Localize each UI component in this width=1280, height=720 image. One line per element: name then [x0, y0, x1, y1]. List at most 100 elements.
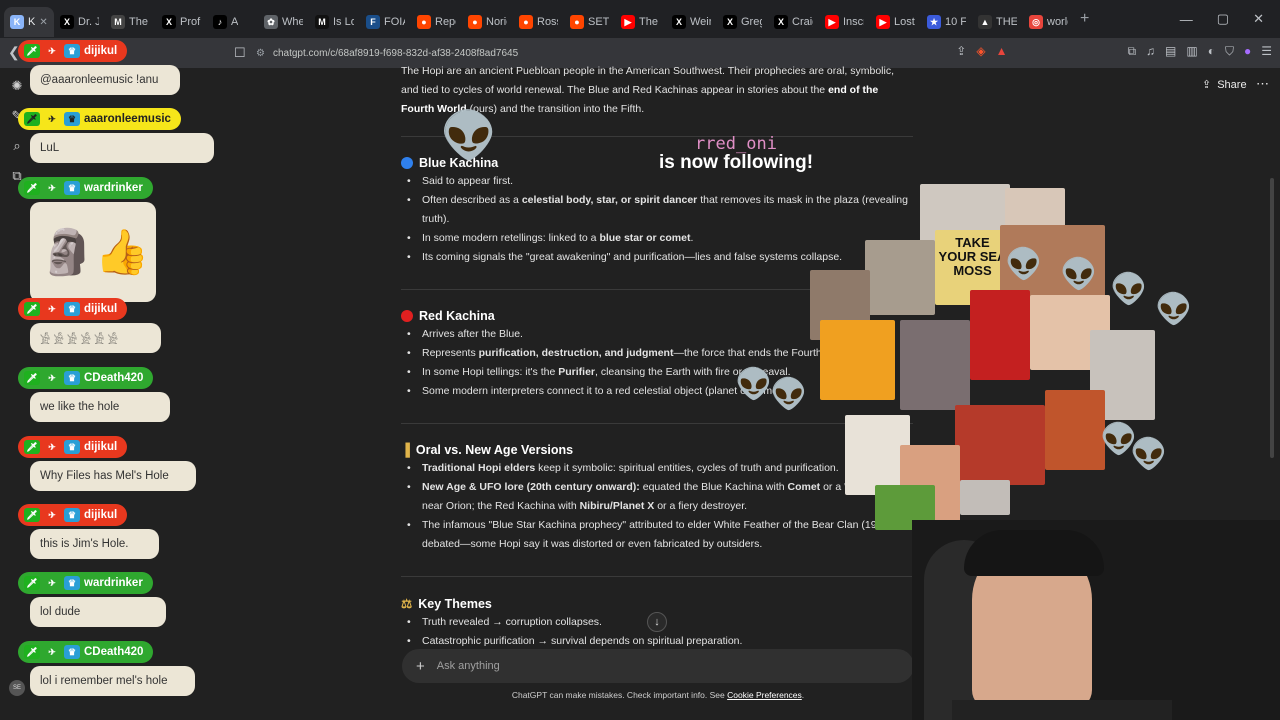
- chat-username-bar: 🗡 ✈ ♛ CDeath420: [18, 367, 154, 389]
- browser-tab[interactable]: M Is Loc: [309, 7, 360, 37]
- media-icon[interactable]: ♫: [1146, 44, 1155, 59]
- chat-badge-icon: 🗡: [24, 112, 40, 126]
- reading-list-icon[interactable]: ▤: [1165, 44, 1176, 59]
- close-tab-icon[interactable]: ✕: [39, 17, 47, 28]
- meme-tile: [970, 290, 1030, 380]
- composer[interactable]: + Ask anything: [402, 649, 914, 683]
- browser-tab[interactable]: ● Ross: [513, 7, 564, 37]
- tab-favicon-icon: X: [723, 15, 737, 29]
- follow-alert-text: is now following!: [658, 152, 814, 173]
- browser-tab[interactable]: K K ✕: [4, 7, 54, 37]
- share-button[interactable]: ⇪ Share: [1202, 78, 1247, 92]
- browser-tab[interactable]: ▲ THE S: [972, 7, 1023, 37]
- chat-badge-icon: 🗡: [24, 440, 40, 454]
- browser-tab[interactable]: ● SETI p: [564, 7, 615, 37]
- vpn-icon[interactable]: ⛉: [1225, 44, 1234, 59]
- browser-tab[interactable]: X Grego: [717, 7, 768, 37]
- browser-tab[interactable]: ● Repo: [411, 7, 462, 37]
- scroll-down-arrow-icon[interactable]: ↓: [647, 612, 667, 632]
- tab-favicon-icon: ●: [468, 15, 482, 29]
- maximize-icon[interactable]: ▢: [1217, 11, 1229, 27]
- search-icon[interactable]: ⌕: [13, 138, 20, 154]
- chat-badge-icon: 🗡: [24, 576, 40, 590]
- chat-username: dijikul: [84, 441, 118, 453]
- chat-username-bar: 🗡 ✈ ♛ aaaronleemusic: [18, 108, 181, 130]
- wallet-icon[interactable]: ◐: [1208, 44, 1215, 59]
- chat-badge-icon: ♛: [64, 181, 80, 195]
- chat-badge-icon: ✈: [48, 182, 56, 193]
- browser-tab[interactable]: ▶ Inscri: [819, 7, 870, 37]
- site-info-icon[interactable]: ⚙: [256, 48, 265, 59]
- minimize-icon[interactable]: —: [1180, 12, 1193, 27]
- new-tab-button[interactable]: +: [1080, 10, 1089, 28]
- meme-tile: [955, 405, 1045, 485]
- chat-badge-icon: 🗡: [24, 181, 40, 195]
- browser-tab[interactable]: X Prof. I: [156, 7, 207, 37]
- chat-badge-icon: ✈: [48, 646, 56, 657]
- menu-icon[interactable]: ☰: [1261, 44, 1272, 59]
- rewards-icon[interactable]: ▲: [996, 44, 1008, 59]
- extensions-icon[interactable]: ⧉: [1127, 44, 1136, 59]
- divider: [401, 576, 913, 577]
- browser-tab[interactable]: ◎ world: [1023, 7, 1074, 37]
- plus-icon[interactable]: +: [416, 658, 425, 675]
- browser-tab[interactable]: ★ 10 Fa: [921, 7, 972, 37]
- dancing-alien-icon: 👽: [440, 109, 498, 161]
- chat-message-text: we like the hole: [40, 401, 120, 413]
- streamer-cap: [964, 530, 1104, 576]
- tab-favicon-icon: ▶: [876, 15, 890, 29]
- chat-badge-icon: ♛: [64, 645, 80, 659]
- scrollbar[interactable]: [1270, 178, 1274, 458]
- left-rail: ✺ ✎ ⌕ ⧉: [0, 68, 34, 720]
- tab-label: SETI p: [588, 16, 609, 28]
- meme-tile: [1045, 390, 1105, 470]
- url-field[interactable]: ⚙ chatgpt.com/c/68af8919-f698-832d-af38-…: [256, 42, 976, 64]
- meme-tile: [960, 480, 1010, 515]
- chat-badge-icon: ♛: [64, 440, 80, 454]
- cookie-preferences-link[interactable]: Cookie Preferences: [727, 690, 802, 700]
- browser-tab[interactable]: X Weird: [666, 7, 717, 37]
- chat-username: CDeath420: [84, 646, 144, 658]
- chat-message: LuL: [30, 133, 214, 163]
- tab-label: world: [1047, 16, 1068, 28]
- brave-shield-icon[interactable]: ◈: [976, 44, 985, 59]
- chat-badge-icon: ✈: [48, 441, 56, 452]
- ai-icon[interactable]: ●: [1244, 44, 1251, 59]
- this-is-fine-dog-meme: [820, 320, 895, 400]
- tab-favicon-icon: ▶: [621, 15, 635, 29]
- browser-tab[interactable]: ▶ The U: [615, 7, 666, 37]
- browser-tab[interactable]: ▶ Lost: [870, 7, 921, 37]
- bookmark-icon[interactable]: ☐: [234, 45, 246, 61]
- chat-message: lol i remember mel's hole: [30, 666, 195, 696]
- share-page-icon[interactable]: ⇪: [956, 44, 966, 59]
- tab-label: Craig: [792, 16, 813, 28]
- browser-tab[interactable]: M The ": [105, 7, 156, 37]
- tab-label: Prof. I: [180, 16, 201, 28]
- close-window-icon[interactable]: ✕: [1253, 11, 1264, 27]
- tab-favicon-icon: ●: [519, 15, 533, 29]
- tab-label: Lost: [894, 16, 915, 28]
- browser-tab[interactable]: X Craig: [768, 7, 819, 37]
- extension-icons: ⇪ ◈ ▲ ⧉ ♫ ▤ ▥ ◐ ⛉ ● ☰: [956, 44, 1272, 59]
- more-options-icon[interactable]: ⋯: [1256, 76, 1269, 92]
- chat-username-bar: 🗡 ✈ ♛ dijikul: [18, 298, 128, 320]
- browser-tab[interactable]: ● Noric: [462, 7, 513, 37]
- browser-tab[interactable]: ♪ A: [207, 7, 258, 37]
- tab-favicon-icon: ✿: [264, 15, 278, 29]
- openai-logo-icon[interactable]: ✺: [12, 78, 23, 94]
- sidebar-icon[interactable]: ▥: [1186, 44, 1197, 59]
- tab-favicon-icon: ▶: [825, 15, 839, 29]
- composer-input[interactable]: Ask anything: [437, 660, 500, 672]
- avatar[interactable]: SE: [9, 680, 25, 696]
- section-icon: ▐: [401, 443, 410, 457]
- dancing-alien-icon: 👽: [1130, 438, 1168, 471]
- browser-tab[interactable]: ✿ When: [258, 7, 309, 37]
- tab-label: Dr. Jo: [78, 16, 99, 28]
- follower-name: rred_oni: [695, 134, 777, 154]
- section-icon: ⚖: [401, 597, 413, 611]
- browser-tab[interactable]: X Dr. Jo: [54, 7, 105, 37]
- circle-icon: [401, 157, 413, 169]
- dancing-alien-icon: 👽: [1005, 248, 1043, 281]
- dancing-alien-icon: 👽: [1155, 293, 1193, 326]
- browser-tab[interactable]: F FOIA: [360, 7, 411, 37]
